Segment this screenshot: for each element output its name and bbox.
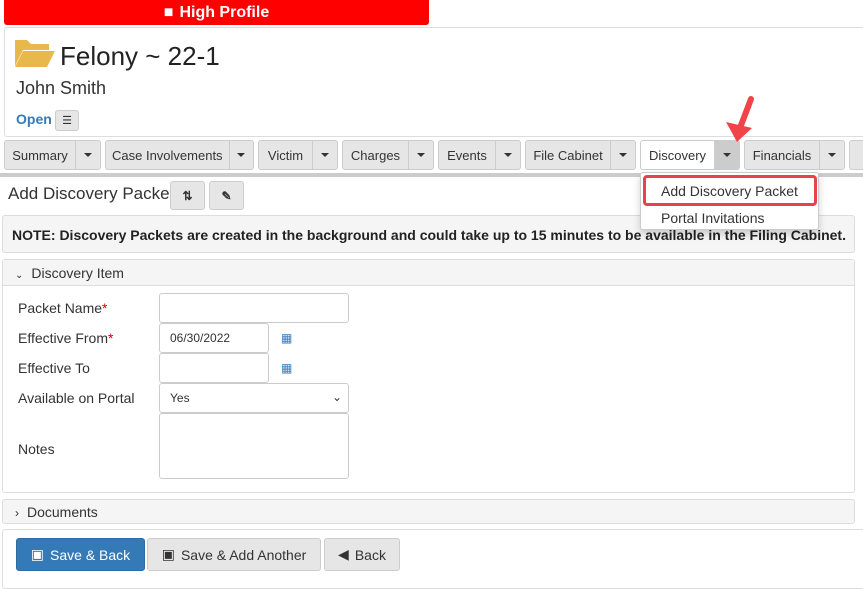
tab-label[interactable]: File Cabinet [526, 141, 611, 169]
effective-from-input[interactable]: 06/30/2022 [159, 323, 269, 353]
arrow-left-icon: ◀ [338, 546, 349, 562]
select-value: Yes [170, 391, 190, 405]
chevron-down-icon: ⌄ [331, 390, 342, 404]
documents-title: Documents [27, 504, 98, 520]
banner-label: High Profile [179, 3, 270, 21]
page-title: Add Discovery Packet [8, 184, 175, 203]
tab-label[interactable]: Case Involvements [106, 141, 230, 169]
portal-select[interactable]: Yes ⌄ [159, 383, 349, 413]
menu-item-portal-invitations[interactable]: Portal Invitations [661, 210, 765, 226]
tab-label[interactable]: Events [439, 141, 496, 169]
chevron-down-icon[interactable] [409, 141, 433, 169]
documents-panel-header[interactable]: › Documents [2, 499, 855, 524]
panel-title: Discovery Item [31, 265, 124, 281]
tab-label[interactable]: Summary [5, 141, 76, 169]
tab-victim[interactable]: Victim [258, 140, 338, 170]
case-status[interactable]: Open [16, 111, 52, 127]
save-plus-icon: ▣ [161, 546, 175, 562]
back-button[interactable]: ◀ Back [324, 538, 400, 571]
label-text: Effective From [18, 330, 108, 346]
required-marker: * [108, 330, 114, 346]
button-label: Save & Add Another [180, 546, 307, 563]
tab-label[interactable]: Victim [259, 141, 313, 169]
case-person: John Smith [16, 78, 107, 98]
high-profile-banner: ■ High Profile [4, 0, 429, 25]
folder-open-icon [15, 40, 55, 67]
tab-label[interactable]: Charges [343, 141, 409, 169]
packet-name-label: Packet Name* [18, 300, 108, 316]
tab-label[interactable] [850, 141, 863, 169]
button-label: Save & Back [50, 546, 131, 563]
required-marker: * [102, 300, 108, 316]
chevron-down-icon: ⌄ [15, 270, 24, 281]
save-and-back-button[interactable]: ▣ Save & Back [16, 538, 145, 571]
red-arrow-annotation [726, 96, 754, 142]
menu-item-add-discovery-packet[interactable]: Add Discovery Packet [661, 183, 798, 199]
notes-textarea[interactable] [159, 413, 349, 479]
tab-financials[interactable]: Financials [744, 140, 845, 170]
effective-to-input[interactable] [159, 353, 269, 383]
case-title: Felony ~ 22-1 [60, 41, 220, 71]
effective-from-label: Effective From* [18, 330, 113, 346]
comment-button[interactable]: ☰ [55, 110, 79, 131]
packet-name-input[interactable] [159, 293, 349, 323]
tab-summary[interactable]: Summary [4, 140, 101, 170]
tab-charges[interactable]: Charges [342, 140, 434, 170]
chevron-right-icon: › [15, 506, 19, 520]
chevron-down-icon[interactable] [313, 141, 337, 169]
chevron-down-icon[interactable] [76, 141, 100, 169]
notes-label: Notes [18, 441, 55, 457]
edit-icon: ✎ [221, 188, 232, 203]
panel-header[interactable]: ⌄ Discovery Item [3, 260, 854, 286]
tab-case-involvements[interactable]: Case Involvements [105, 140, 254, 170]
calendar-icon[interactable]: ▦ [281, 361, 292, 375]
effective-to-label: Effective To [18, 360, 90, 376]
retweet-icon: ⇅ [182, 188, 193, 203]
tab-file-cabinet[interactable]: File Cabinet [525, 140, 636, 170]
chevron-down-icon[interactable] [820, 141, 844, 169]
tab-more[interactable] [849, 140, 863, 170]
swap-button[interactable]: ⇅ [170, 181, 205, 210]
save-and-add-another-button[interactable]: ▣ Save & Add Another [147, 538, 321, 571]
discovery-item-panel: ⌄ Discovery Item [2, 259, 855, 493]
calendar-icon[interactable]: ▦ [281, 331, 292, 345]
discovery-dropdown-menu: Add Discovery Packet Portal Invitations [640, 172, 819, 230]
tab-label[interactable]: Discovery [641, 141, 715, 169]
folder-badge-icon: ■ [163, 3, 174, 21]
portal-label: Available on Portal [18, 390, 135, 406]
save-icon: ▣ [30, 546, 45, 562]
button-label: Back [354, 546, 386, 563]
tab-events[interactable]: Events [438, 140, 521, 170]
label-text: Packet Name [18, 300, 103, 316]
edit-button[interactable]: ✎ [209, 181, 244, 210]
chevron-down-icon[interactable] [611, 141, 635, 169]
chevron-down-icon[interactable] [496, 141, 520, 169]
chevron-down-icon[interactable] [230, 141, 253, 169]
comment-icon: ☰ [62, 115, 72, 127]
